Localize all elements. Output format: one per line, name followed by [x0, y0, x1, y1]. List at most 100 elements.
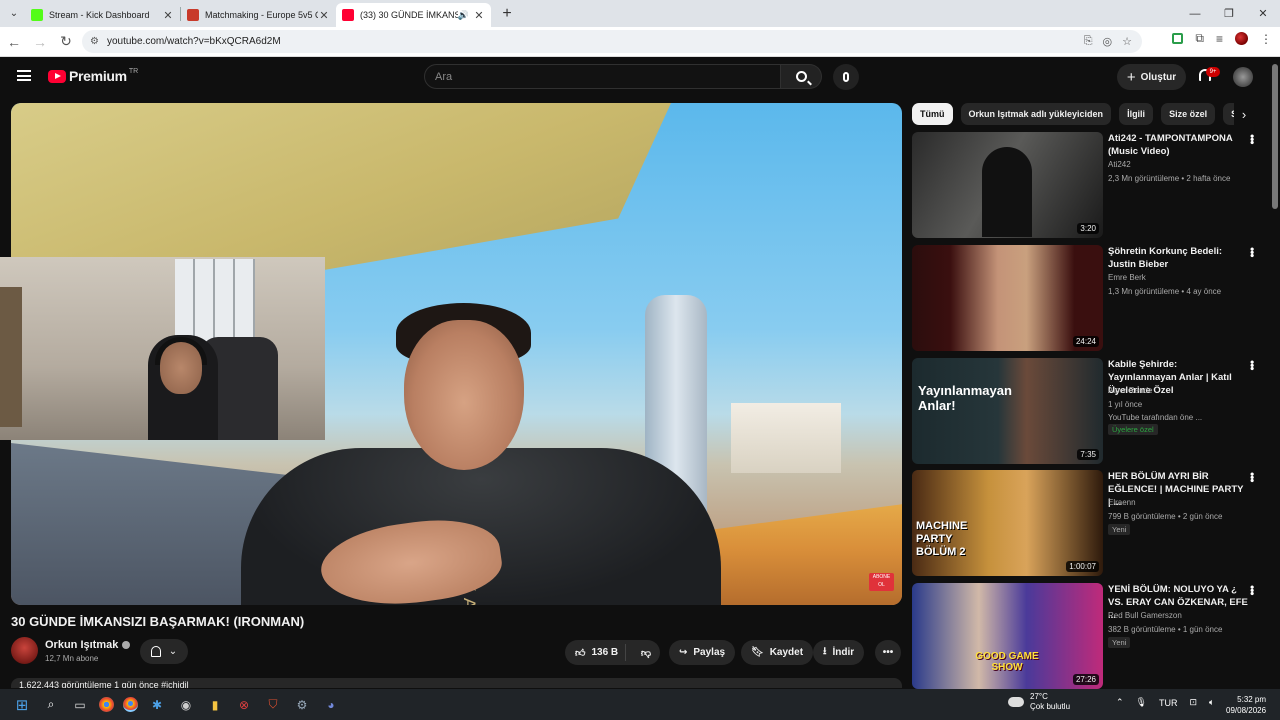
account-avatar[interactable]: [1233, 67, 1253, 87]
page-scrollbar[interactable]: [1272, 64, 1278, 209]
more-vertical-icon[interactable]: •••: [1245, 134, 1259, 144]
recommendation-channel[interactable]: Alper Rende: [1108, 386, 1152, 395]
youtube-premium-logo[interactable]: Premium TR: [48, 68, 138, 84]
language-indicator[interactable]: TUR: [1159, 698, 1178, 708]
more-vertical-icon[interactable]: •••: [1245, 247, 1259, 257]
members-only-badge: Üyelere özel: [1108, 424, 1158, 435]
search-icon[interactable]: ⌕: [41, 695, 61, 715]
url-bar[interactable]: ⚙ youtube.com/watch?v=bKxQCRA6d2M ⎘ ◎ ☆: [82, 30, 1142, 53]
files-icon[interactable]: ▮: [205, 695, 225, 715]
install-app-icon[interactable]: ⎘: [1084, 35, 1093, 48]
video-title: 30 GÜNDE İMKANSIZI BAŞARMAK! (IRONMAN): [11, 614, 305, 629]
browser-tab-youtube[interactable]: (33) 30 GÜNDE İMKANSIZI B... 🔊 ✕: [336, 3, 491, 27]
new-tab-button[interactable]: +: [497, 4, 517, 24]
audio-playing-icon[interactable]: 🔊: [458, 10, 469, 21]
bookmark-star-icon[interactable]: ☆: [1122, 35, 1132, 48]
obs-icon[interactable]: ◉: [176, 695, 196, 715]
app-icon-blue[interactable]: ✱: [147, 695, 167, 715]
microphone-tray-icon[interactable]: 🎙︎: [1136, 697, 1147, 708]
recommendation-channel[interactable]: Red Bull Gamerszon: [1108, 611, 1182, 620]
recommendation-channel[interactable]: Ati242: [1108, 160, 1131, 169]
subscribed-notifications-button[interactable]: ⌄: [140, 639, 188, 664]
chips-next-chevron-icon[interactable]: ›: [1234, 103, 1254, 125]
dislike-button[interactable]: 👎︎: [632, 647, 660, 659]
browser-tab-kick[interactable]: Stream - Kick Dashboard ✕: [25, 3, 180, 27]
recommendation-item[interactable]: Yayınlanmayan Anlar! 7:35 Kabile Şehirde…: [912, 358, 1272, 464]
search-input[interactable]: Ara: [424, 64, 781, 89]
eye-off-icon[interactable]: ◎: [1103, 35, 1113, 48]
youtube-play-icon: [48, 69, 66, 83]
recommendation-channel[interactable]: Emre Berk: [1108, 273, 1146, 282]
chip-from-uploader[interactable]: Orkun Işıtmak adlı yükleyiciden: [960, 103, 1112, 125]
subscriber-count: 12,7 Mn abone: [45, 654, 99, 663]
discord-icon[interactable]: ◕: [321, 695, 341, 715]
site-info-icon[interactable]: ⚙: [90, 36, 99, 47]
restore-icon[interactable]: ❐: [1212, 0, 1246, 27]
network-icon[interactable]: ⊡: [1189, 697, 1197, 708]
chip-related[interactable]: İlgili: [1119, 103, 1154, 125]
close-tab-icon[interactable]: ✕: [162, 9, 174, 22]
more-vertical-icon[interactable]: •••: [1245, 360, 1259, 370]
chrome-active-icon[interactable]: [123, 697, 138, 712]
download-button[interactable]: ⭳ İndir: [813, 640, 865, 665]
more-vertical-icon[interactable]: •••: [1245, 585, 1259, 595]
url-text: youtube.com/watch?v=bKxQCRA6d2M: [106, 36, 281, 47]
recommendation-title[interactable]: Şöhretin Korkunç Bedeli: Justin Bieber: [1108, 245, 1248, 271]
close-tab-icon[interactable]: ✕: [318, 9, 330, 22]
video-frame-building: [731, 403, 841, 473]
video-thumbnail[interactable]: 24:24: [912, 245, 1103, 351]
recommendation-channel[interactable]: Elraenn: [1108, 498, 1136, 507]
notification-count-badge: 9+: [1206, 67, 1220, 77]
close-app-icon[interactable]: ⊗: [234, 695, 254, 715]
recommendation-item[interactable]: MACHINE PARTY BÖLÜM 2 1:00:07 HER BÖLÜM …: [912, 470, 1272, 576]
recommendation-title[interactable]: Ati242 - TAMPONTAMPONA (Music Video): [1108, 132, 1248, 158]
subscribe-watermark[interactable]: ABONE OL: [869, 573, 894, 591]
share-button[interactable]: ↪ Paylaş: [669, 640, 736, 665]
chrome-icon[interactable]: [99, 697, 114, 712]
search-button[interactable]: [781, 64, 822, 89]
more-actions-button[interactable]: •••: [875, 640, 901, 665]
profile-avatar-icon[interactable]: [1235, 32, 1248, 45]
chip-for-you[interactable]: Size özel: [1161, 103, 1216, 125]
back-icon[interactable]: ←: [2, 30, 26, 54]
video-thumbnail[interactable]: 3:20: [912, 132, 1103, 238]
clock[interactable]: 5:32 pm 09/08/2026: [1226, 694, 1266, 716]
forward-icon[interactable]: →: [28, 30, 52, 54]
save-button[interactable]: 🔖︎ Kaydet: [741, 640, 814, 665]
recommendation-meta: 1,3 Mn görüntüleme • 4 ay önce: [1108, 287, 1222, 296]
recommendation-item[interactable]: 24:24 Şöhretin Korkunç Bedeli: Justin Bi…: [912, 245, 1272, 351]
close-window-icon[interactable]: ✕: [1246, 0, 1280, 27]
reload-icon[interactable]: ↻: [54, 30, 78, 54]
tab-search-icon[interactable]: ⌄: [3, 3, 25, 25]
weather-widget[interactable]: 27°C Çok bulutlu: [1008, 692, 1070, 712]
recommendation-item[interactable]: GOOD GAME SHOW 27:26 YENİ BÖLÜM: NOLUYO …: [912, 583, 1272, 689]
minimize-icon[interactable]: —: [1178, 0, 1212, 27]
duration-badge: 24:24: [1072, 336, 1099, 347]
hamburger-menu-icon[interactable]: [17, 70, 31, 81]
media-controls-icon[interactable]: ≡: [1216, 32, 1223, 46]
video-thumbnail[interactable]: MACHINE PARTY BÖLÜM 2 1:00:07: [912, 470, 1103, 576]
extensions-puzzle-icon[interactable]: ⧉: [1195, 31, 1204, 46]
windows-taskbar: ⊞ ⌕ ▭ ✱ ◉ ▮ ⊗ ⛉ ⚙ ◕ 27°C Çok bulutlu ⌃ 🎙…: [0, 689, 1280, 720]
video-thumbnail[interactable]: Yayınlanmayan Anlar! 7:35: [912, 358, 1103, 464]
task-view-icon[interactable]: ▭: [70, 695, 90, 715]
recommendation-item[interactable]: 3:20 Ati242 - TAMPONTAMPONA (Music Video…: [912, 132, 1272, 238]
browser-menu-icon[interactable]: ⋮: [1260, 32, 1272, 46]
create-button[interactable]: + Oluştur: [1117, 64, 1186, 90]
video-thumbnail[interactable]: GOOD GAME SHOW 27:26: [912, 583, 1103, 689]
more-vertical-icon[interactable]: •••: [1245, 472, 1259, 482]
description-box[interactable]: 1.622.443 görüntüleme 1 gün önce #ichidi…: [11, 678, 902, 688]
extension-green-icon[interactable]: [1172, 33, 1184, 44]
browser-tab-matchmaking[interactable]: Matchmaking - Europe 5v5 Que... ✕: [181, 3, 336, 27]
volume-icon[interactable]: 🔈︎: [1209, 697, 1214, 708]
shield-icon[interactable]: ⛉: [263, 695, 283, 715]
windows-start-icon[interactable]: ⊞: [12, 695, 32, 715]
steam-icon[interactable]: ⚙: [292, 695, 312, 715]
channel-avatar[interactable]: [11, 637, 38, 664]
channel-name[interactable]: Orkun Işıtmak: [45, 639, 131, 651]
voice-search-button[interactable]: [833, 64, 859, 90]
chip-all[interactable]: Tümü: [912, 103, 953, 125]
close-tab-icon[interactable]: ✕: [473, 9, 485, 22]
chevron-up-icon[interactable]: ⌃: [1116, 697, 1124, 708]
like-button[interactable]: 👍︎ 136 B: [565, 644, 626, 661]
